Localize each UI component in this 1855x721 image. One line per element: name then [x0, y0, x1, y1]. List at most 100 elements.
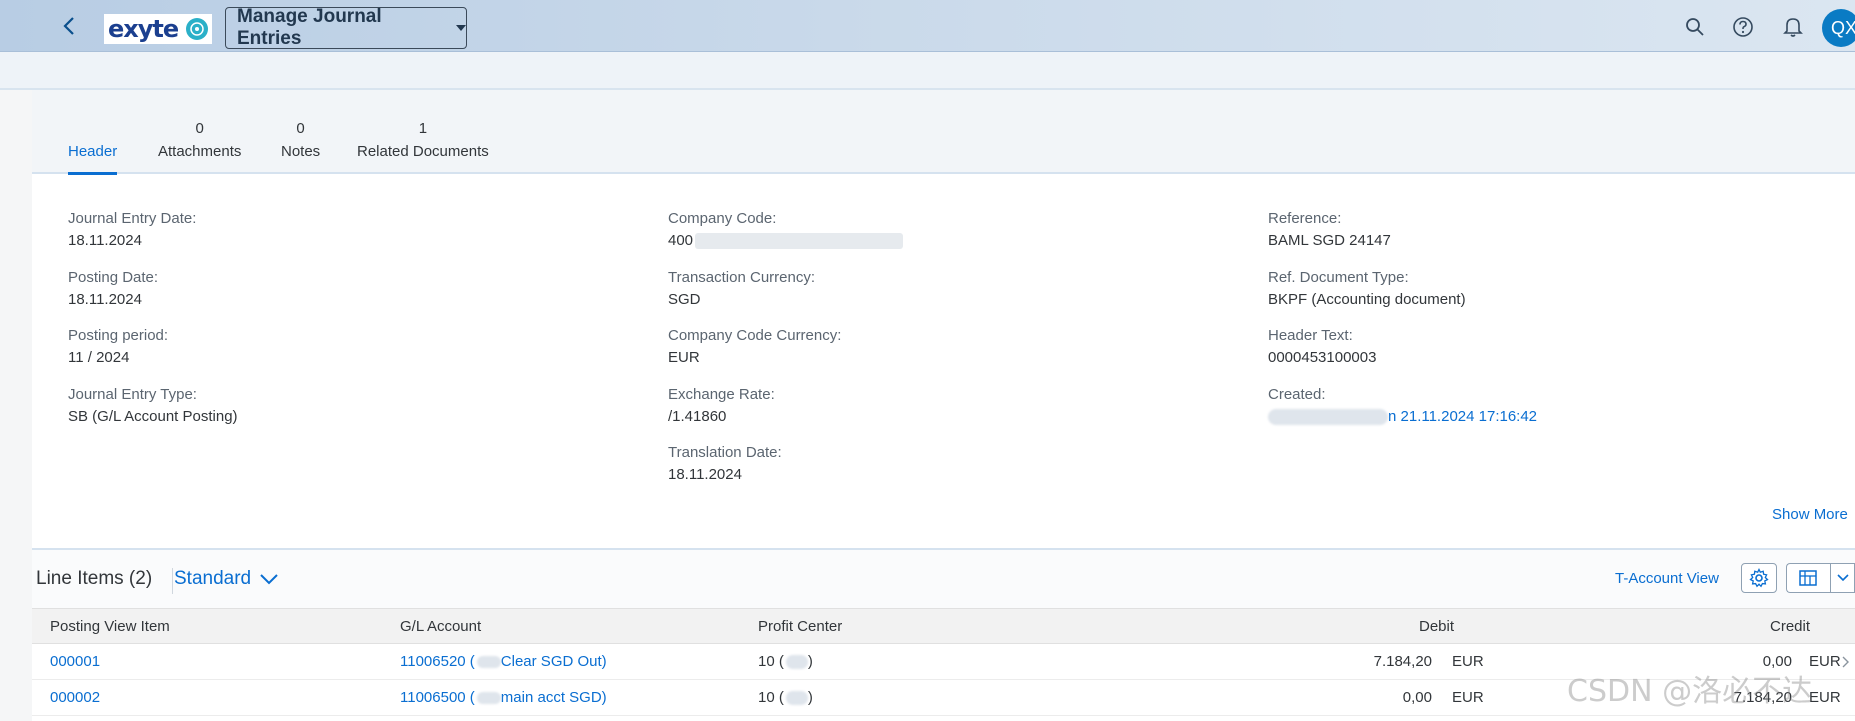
field-label: Reference:: [1268, 210, 1342, 227]
company-code-currency-field: Company Code Currency: EUR: [668, 325, 841, 369]
transaction-currency-field: Transaction Currency: SGD: [668, 267, 815, 311]
field-label: Created:: [1268, 386, 1326, 403]
created-link[interactable]: n 21.11.2024 17:16:42: [1268, 406, 1537, 428]
tab-related-documents[interactable]: 1 Related Documents: [357, 118, 489, 164]
export-button[interactable]: [1786, 563, 1830, 593]
app-title-text: Manage Journal Entries: [237, 6, 382, 49]
credit-currency: EUR: [1809, 689, 1841, 706]
field-label: Transaction Currency:: [668, 269, 815, 286]
table-row[interactable]: 000001 11006520 ( Clear SGD Out) 10 () 7…: [32, 644, 1855, 680]
field-label: Posting period:: [68, 327, 169, 344]
column-header-posting-view-item[interactable]: Posting View Item: [50, 609, 170, 643]
variant-label: Standard: [174, 568, 252, 589]
field-value: 18.11.2024: [68, 232, 142, 249]
field-label: Header Text:: [1268, 327, 1353, 344]
posting-period-field: Posting period: 11 / 2024: [68, 325, 168, 369]
tab-header[interactable]: Header: [68, 118, 118, 175]
profit-center-value: 10 (): [758, 644, 813, 679]
company-code-value: 400: [668, 232, 694, 249]
redacted-mask: [476, 655, 501, 668]
tab-count: 1: [418, 120, 428, 137]
row-navigation-icon[interactable]: [1842, 644, 1850, 679]
field-value: 18.11.2024: [668, 466, 742, 483]
debit-amount: 0,00: [1402, 689, 1432, 706]
field-value: 11 / 2024: [68, 349, 130, 366]
line-items-table-header: Posting View Item G/L Account Profit Cen…: [32, 608, 1855, 644]
debit-currency: EUR: [1452, 653, 1484, 670]
app-title-menu[interactable]: Manage Journal Entries: [225, 6, 467, 49]
tab-count: 0: [195, 120, 204, 137]
column-header-credit[interactable]: Credit: [1770, 609, 1810, 643]
search-button[interactable]: [1681, 13, 1709, 41]
gl-account-link[interactable]: 11006500 ( main acct SGD): [400, 680, 607, 715]
field-label: Company Code Currency:: [668, 327, 842, 344]
help-button[interactable]: [1729, 13, 1757, 41]
posting-view-item-link[interactable]: 000001: [50, 644, 100, 679]
gl-account-link[interactable]: 11006520 ( Clear SGD Out): [400, 644, 607, 679]
line-items-toolbar: Line Items (2) Standard T-Account View: [32, 548, 1855, 608]
shell-bar: exyte Manage Journal Entries QX: [0, 0, 1855, 52]
journal-entry-date-field: Journal Entry Date: 18.11.2024: [68, 208, 196, 252]
column-header-debit[interactable]: Debit: [1419, 609, 1454, 643]
chevron-down-icon: [260, 574, 278, 585]
posting-view-item-link[interactable]: 000002: [50, 680, 100, 715]
field-label: Ref. Document Type:: [1268, 269, 1409, 286]
t-account-view-button[interactable]: T-Account View: [1615, 570, 1719, 587]
redacted-mask: [1268, 409, 1388, 426]
tab-bar: Header 0 Attachments 0 Notes 1 Related D…: [32, 90, 1855, 175]
field-label: Posting Date:: [68, 269, 159, 286]
redacted-mask: [785, 690, 808, 705]
reference-field: Reference: BAML SGD 24147: [1268, 208, 1391, 252]
help-icon: [1733, 17, 1753, 37]
exchange-rate-field: Exchange Rate: /1.41860: [668, 384, 775, 428]
company-logo[interactable]: exyte: [104, 14, 212, 44]
field-value: BAML SGD 24147: [1268, 232, 1391, 249]
back-button[interactable]: [56, 13, 82, 39]
chevron-down-icon: [1836, 574, 1849, 582]
header-text-field: Header Text: 0000453100003: [1268, 325, 1376, 369]
notifications-button[interactable]: [1779, 13, 1807, 41]
field-label: Journal Entry Date:: [68, 210, 197, 227]
profit-center-start: 10 (: [758, 689, 784, 706]
show-more-link[interactable]: Show More: [1772, 506, 1848, 523]
logo-mark-icon: [186, 18, 209, 40]
back-icon: [63, 17, 74, 35]
column-header-gl-account[interactable]: G/L Account: [400, 609, 481, 643]
credit-currency: EUR: [1809, 653, 1841, 670]
column-header-profit-center[interactable]: Profit Center: [758, 609, 842, 643]
export-icon: [1798, 570, 1817, 586]
field-label: Exchange Rate:: [668, 386, 775, 403]
translation-date-field: Translation Date: 18.11.2024: [668, 442, 782, 486]
gl-account-name: main acct SGD): [500, 689, 607, 706]
created-value: n 21.11.2024 17:16:42: [1388, 408, 1538, 425]
tab-label: Header: [68, 143, 118, 160]
variant-selector[interactable]: Standard: [174, 568, 279, 590]
tab-label: Attachments: [158, 143, 242, 160]
tab-notes[interactable]: 0 Notes: [281, 118, 320, 164]
user-avatar[interactable]: QX: [1822, 9, 1855, 47]
tab-attachments[interactable]: 0 Attachments: [158, 118, 241, 164]
field-value: 18.11.2024: [68, 291, 142, 308]
redacted-mask: [476, 691, 501, 704]
table-row[interactable]: 000002 11006500 ( main acct SGD) 10 () 0…: [32, 680, 1855, 716]
sub-header-bar: [0, 52, 1855, 90]
company-code-field: Company Code: 400: [668, 208, 904, 252]
profit-center-start: 10 (: [758, 653, 784, 670]
field-label: Journal Entry Type:: [68, 386, 197, 403]
credit-amount: 0,00: [1762, 653, 1792, 670]
field-label: Company Code:: [668, 210, 777, 227]
redacted-mask: [695, 233, 904, 250]
field-value: EUR: [668, 349, 700, 366]
gl-account-number: 11006520 (: [400, 653, 475, 670]
redacted-mask: [785, 654, 808, 669]
logo-text: exyte: [108, 15, 179, 43]
notification-icon: [1783, 18, 1803, 37]
table-settings-button[interactable]: [1741, 563, 1777, 593]
export-menu-button[interactable]: [1830, 563, 1855, 593]
credit-amount: 7.184,20: [1733, 689, 1792, 706]
tab-count: [68, 118, 117, 140]
tab-label: Related Documents: [357, 143, 489, 160]
object-page: Header 0 Attachments 0 Notes 1 Related D…: [32, 90, 1855, 721]
profit-center-value: 10 (): [758, 680, 813, 715]
profit-center-end: ): [807, 653, 813, 670]
